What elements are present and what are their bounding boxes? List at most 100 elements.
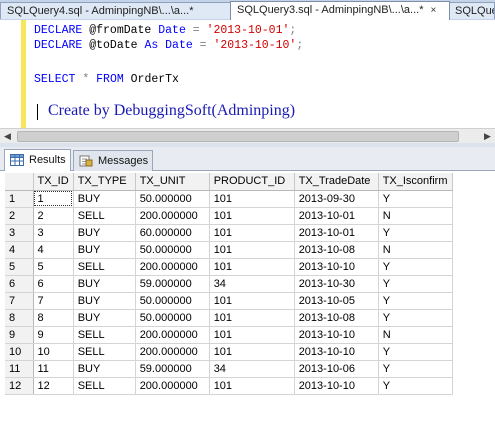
table-cell[interactable]: BUY [73,190,136,208]
table-cell[interactable]: BUY [73,360,136,378]
scroll-left-icon[interactable]: ◀ [0,129,15,143]
table-cell[interactable]: 2013-10-05 [294,292,379,310]
column-header[interactable]: TX_Isconfirm [378,173,453,191]
row-number[interactable]: 6 [5,275,34,293]
table-cell[interactable]: SELL [73,258,136,276]
table-cell[interactable]: Y [378,190,453,208]
table-cell[interactable]: 101 [209,207,295,225]
table-cell[interactable]: Y [378,258,453,276]
row-number[interactable]: 12 [5,377,34,395]
row-number[interactable]: 10 [5,343,34,361]
table-cell[interactable]: Y [378,377,453,395]
table-row[interactable]: 8 8 BUY 50.000000 101 2013-10-08 Y [5,309,453,327]
row-header-corner[interactable] [5,173,34,191]
row-number[interactable]: 5 [5,258,34,276]
table-cell[interactable]: 50.000000 [135,190,210,208]
table-cell[interactable]: 59.000000 [135,275,210,293]
scrollbar-thumb[interactable] [17,131,459,142]
row-number[interactable]: 7 [5,292,34,310]
table-cell[interactable]: 50.000000 [135,309,210,327]
table-row[interactable]: 1 1 BUY 50.000000 101 2013-09-30 Y [5,190,453,208]
sql-editor[interactable]: DECLARE @fromDate Date = '2013-10-01'; D… [0,20,495,128]
table-cell[interactable]: SELL [73,377,136,395]
table-cell[interactable]: BUY [73,275,136,293]
table-cell[interactable]: BUY [73,309,136,327]
editor-horizontal-scrollbar[interactable]: ◀ ▶ [0,128,495,143]
table-cell[interactable]: Y [378,360,453,378]
row-number[interactable]: 8 [5,309,34,327]
table-cell[interactable]: 12 [33,377,74,395]
table-cell[interactable]: 10 [33,343,74,361]
table-cell[interactable]: BUY [73,241,136,259]
table-cell[interactable]: 101 [209,190,295,208]
tab-sqlquery4[interactable]: SQLQuery4.sql - AdminpingNB\...\a...* [0,2,232,19]
table-row[interactable]: 11 11 BUY 59.000000 34 2013-10-06 Y [5,360,453,378]
tab-results[interactable]: Results [4,149,71,171]
table-row[interactable]: 2 2 SELL 200.000000 101 2013-10-01 N [5,207,453,225]
table-cell[interactable]: 101 [209,309,295,327]
table-cell[interactable]: Y [378,224,453,242]
table-cell[interactable]: 101 [209,224,295,242]
table-cell[interactable]: 2013-10-30 [294,275,379,293]
table-cell[interactable]: 2013-09-30 [294,190,379,208]
tab-messages[interactable]: Messages [73,150,153,171]
table-cell[interactable]: 101 [209,241,295,259]
tab-sqlquery2[interactable]: SQLQuery2 [448,2,495,19]
table-row[interactable]: 12 12 SELL 200.000000 101 2013-10-10 Y [5,377,453,395]
table-cell[interactable]: 5 [33,258,74,276]
column-header[interactable]: TX_ID [33,173,74,191]
table-cell[interactable]: 2013-10-10 [294,343,379,361]
table-row[interactable]: 6 6 BUY 59.000000 34 2013-10-30 Y [5,275,453,293]
row-number[interactable]: 2 [5,207,34,225]
table-row[interactable]: 3 3 BUY 60.000000 101 2013-10-01 Y [5,224,453,242]
table-cell[interactable]: 200.000000 [135,326,210,344]
table-cell[interactable]: 200.000000 [135,207,210,225]
table-cell[interactable]: N [378,326,453,344]
table-cell[interactable]: 2013-10-10 [294,258,379,276]
table-cell[interactable]: 34 [209,275,295,293]
table-cell[interactable]: 4 [33,241,74,259]
table-cell[interactable]: 2013-10-10 [294,326,379,344]
table-cell[interactable]: 101 [209,343,295,361]
scroll-right-icon[interactable]: ▶ [480,129,495,143]
table-cell[interactable]: 9 [33,326,74,344]
column-header[interactable]: TX_TYPE [73,173,136,191]
table-cell[interactable]: N [378,241,453,259]
table-cell[interactable]: 2013-10-10 [294,377,379,395]
table-cell[interactable]: 7 [33,292,74,310]
table-cell[interactable]: 200.000000 [135,377,210,395]
table-cell[interactable]: 101 [209,377,295,395]
row-number[interactable]: 3 [5,224,34,242]
row-number[interactable]: 9 [5,326,34,344]
table-cell[interactable]: Y [378,343,453,361]
table-cell[interactable]: 1 [33,190,74,208]
table-cell[interactable]: 200.000000 [135,258,210,276]
table-row[interactable]: 10 10 SELL 200.000000 101 2013-10-10 Y [5,343,453,361]
table-cell[interactable]: 11 [33,360,74,378]
table-cell[interactable]: 2013-10-08 [294,309,379,327]
table-cell[interactable]: 200.000000 [135,343,210,361]
table-cell[interactable]: BUY [73,224,136,242]
column-header[interactable]: TX_UNIT [135,173,210,191]
tab-sqlquery3[interactable]: SQLQuery3.sql - AdminpingNB\...\a...* × [230,1,450,21]
table-cell[interactable]: SELL [73,326,136,344]
table-cell[interactable]: 101 [209,292,295,310]
table-row[interactable]: 4 4 BUY 50.000000 101 2013-10-08 N [5,241,453,259]
row-number[interactable]: 11 [5,360,34,378]
table-cell[interactable]: 2 [33,207,74,225]
table-cell[interactable]: 50.000000 [135,241,210,259]
table-cell[interactable]: 59.000000 [135,360,210,378]
table-cell[interactable]: Y [378,309,453,327]
table-row[interactable]: 7 7 BUY 50.000000 101 2013-10-05 Y [5,292,453,310]
table-cell[interactable]: BUY [73,292,136,310]
table-cell[interactable]: Y [378,292,453,310]
table-cell[interactable]: Y [378,275,453,293]
table-cell[interactable]: SELL [73,343,136,361]
row-number[interactable]: 1 [5,190,34,208]
results-grid[interactable]: TX_ID TX_TYPE TX_UNIT PRODUCT_ID TX_Trad… [0,171,495,439]
table-cell[interactable]: 101 [209,326,295,344]
table-cell[interactable]: 2013-10-01 [294,207,379,225]
table-cell[interactable]: 2013-10-06 [294,360,379,378]
table-cell[interactable]: 34 [209,360,295,378]
close-icon[interactable]: × [431,5,437,16]
